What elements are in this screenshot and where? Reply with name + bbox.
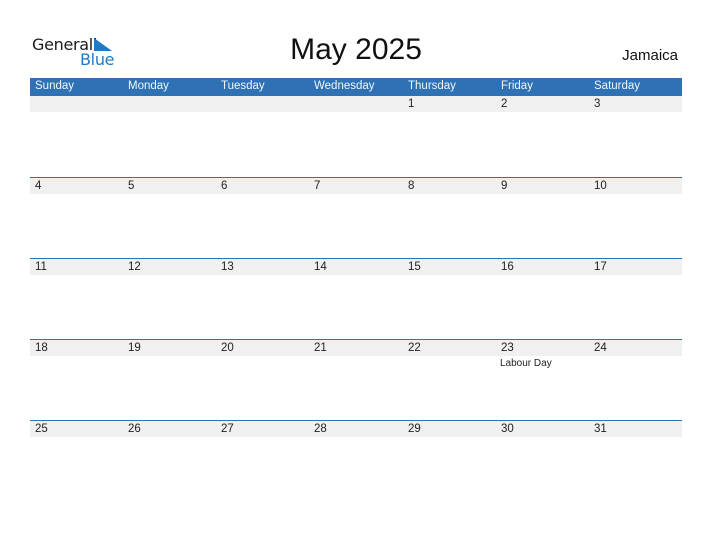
day-cell[interactable]: 17 (589, 259, 682, 340)
week-row: 1 2 3 (30, 96, 682, 177)
day-cell[interactable]: 19 (123, 340, 216, 421)
day-number: 30 (501, 423, 514, 435)
day-number: 5 (128, 180, 135, 192)
day-cell[interactable]: 16 (496, 259, 589, 340)
day-number: 31 (594, 423, 607, 435)
day-cell[interactable]: 18 (30, 340, 123, 421)
day-cell[interactable]: 6 (216, 178, 309, 259)
day-cell[interactable]: 26 (123, 421, 216, 502)
day-cell (30, 96, 123, 177)
weekday-wednesday: Wednesday (314, 80, 375, 92)
day-number: 19 (128, 342, 141, 354)
weekday-sunday: Sunday (35, 80, 75, 92)
day-number: 23 (501, 342, 514, 354)
day-number: 4 (35, 180, 42, 192)
day-number: 22 (408, 342, 421, 354)
day-cell (309, 96, 402, 177)
day-number: 2 (501, 98, 508, 110)
weekday-header: Sunday Monday Tuesday Wednesday Thursday Frid… (30, 78, 682, 96)
day-cell[interactable]: 10 (589, 178, 682, 259)
day-cell[interactable]: 4 (30, 178, 123, 259)
day-number: 16 (501, 261, 514, 273)
day-cell[interactable]: 8 (403, 178, 496, 259)
day-number: 26 (128, 423, 141, 435)
week-row: 18 19 20 21 22 23 Labour Day 24 (30, 339, 682, 421)
day-number: 10 (594, 180, 607, 192)
day-number: 20 (221, 342, 234, 354)
calendar-title: May 2025 (290, 33, 422, 66)
day-number: 29 (408, 423, 421, 435)
day-number: 21 (314, 342, 327, 354)
day-cell[interactable]: 31 (589, 421, 682, 502)
day-number: 11 (35, 261, 47, 273)
day-number: 17 (594, 261, 607, 273)
day-number: 12 (128, 261, 141, 273)
day-number: 24 (594, 342, 607, 354)
weekday-friday: Friday (501, 80, 533, 92)
day-number: 9 (501, 180, 508, 192)
day-number: 3 (594, 98, 601, 110)
day-cell[interactable]: 14 (309, 259, 402, 340)
weekday-thursday: Thursday (408, 80, 456, 92)
day-cell[interactable]: 28 (309, 421, 402, 502)
day-cell[interactable]: 2 (496, 96, 589, 177)
week-row: 11 12 13 14 15 16 17 (30, 258, 682, 340)
day-cell[interactable]: 20 (216, 340, 309, 421)
day-cell[interactable]: 3 (589, 96, 682, 177)
day-cell[interactable]: 7 (309, 178, 402, 259)
week-row: 25 26 27 28 29 30 31 (30, 420, 682, 502)
day-cell[interactable]: 23 Labour Day (496, 340, 589, 421)
day-number: 25 (35, 423, 48, 435)
country-label: Jamaica (622, 47, 678, 64)
day-number: 1 (408, 98, 415, 110)
day-cell[interactable]: 25 (30, 421, 123, 502)
day-number: 8 (408, 180, 415, 192)
day-cell[interactable]: 13 (216, 259, 309, 340)
day-number: 18 (35, 342, 48, 354)
day-number: 13 (221, 261, 234, 273)
day-number: 6 (221, 180, 228, 192)
day-cell (216, 96, 309, 177)
day-cell[interactable]: 9 (496, 178, 589, 259)
day-cell[interactable]: 12 (123, 259, 216, 340)
day-number: 15 (408, 261, 421, 273)
day-cell[interactable]: 11 (30, 259, 123, 340)
day-cell[interactable]: 30 (496, 421, 589, 502)
day-number: 7 (314, 180, 321, 192)
weekday-saturday: Saturday (594, 80, 641, 92)
weekday-monday: Monday (128, 80, 169, 92)
holiday-event: Labour Day (500, 358, 552, 369)
day-number: 28 (314, 423, 327, 435)
day-cell[interactable]: 15 (403, 259, 496, 340)
day-cell[interactable]: 1 (403, 96, 496, 177)
day-cell[interactable]: 5 (123, 178, 216, 259)
day-cell[interactable]: 27 (216, 421, 309, 502)
day-cell (123, 96, 216, 177)
day-cell[interactable]: 29 (403, 421, 496, 502)
day-cell[interactable]: 22 (403, 340, 496, 421)
day-cell[interactable]: 21 (309, 340, 402, 421)
day-number: 27 (221, 423, 234, 435)
day-number: 14 (314, 261, 327, 273)
day-cell[interactable]: 24 (589, 340, 682, 421)
week-row: 4 5 6 7 8 9 10 (30, 177, 682, 259)
weekday-tuesday: Tuesday (221, 80, 265, 92)
